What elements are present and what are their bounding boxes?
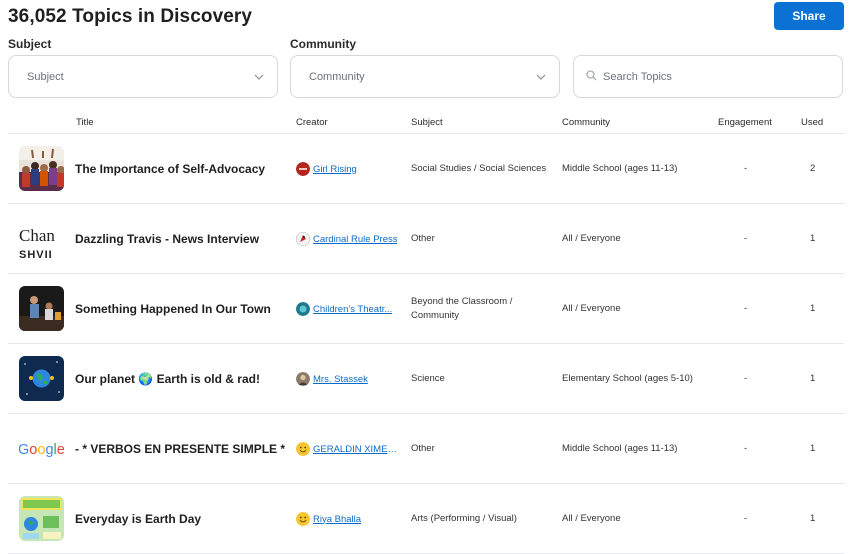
engagement-value: -: [744, 373, 748, 384]
svg-text:SHVII: SHVII: [19, 249, 53, 261]
topic-title[interactable]: - * VERBOS EN PRESENTE SIMPLE *: [75, 414, 285, 484]
column-header-subject[interactable]: Subject: [411, 117, 443, 128]
column-header-used[interactable]: Used: [801, 117, 823, 128]
used-count: 1: [810, 233, 816, 244]
news-text-thumbnail[interactable]: Chan SHVII: [19, 216, 64, 261]
used-count: 1: [810, 303, 816, 314]
used-count: 2: [810, 163, 816, 174]
subject-value: Beyond the Classroom / Community: [411, 296, 513, 321]
girl-rising-avatar: [296, 162, 310, 176]
subject-value: Other: [411, 443, 435, 454]
community-value: Middle School (ages 11-13): [562, 163, 678, 174]
cardinal-avatar: [296, 232, 310, 246]
table-row[interactable]: Everyday is Earth Day Riya Bhalla Arts (…: [8, 484, 844, 554]
search-icon: [586, 68, 597, 86]
topic-title[interactable]: Our planet 🌍 Earth is old & rad!: [75, 344, 260, 414]
table-row[interactable]: Our planet 🌍 Earth is old & rad! Mrs. St…: [8, 344, 844, 414]
chevron-down-icon: [535, 71, 547, 83]
community-value: Middle School (ages 11-13): [562, 443, 678, 454]
table-row[interactable]: Chan SHVII Dazzling Travis - News Interv…: [8, 204, 844, 274]
topic-title[interactable]: The Importance of Self-Advocacy: [75, 134, 265, 204]
search-input[interactable]: [603, 70, 823, 83]
google-logo-thumbnail[interactable]: Google: [19, 426, 64, 471]
column-header-creator[interactable]: Creator: [296, 117, 328, 128]
community-filter-label: Community: [290, 37, 356, 51]
creator-link[interactable]: GERALDIN XIMEN...: [313, 444, 399, 455]
used-count: 1: [810, 443, 816, 454]
community-select[interactable]: Community: [290, 55, 560, 98]
column-header-community[interactable]: Community: [562, 117, 610, 128]
subject-select-placeholder: Subject: [27, 70, 64, 83]
crowd-photo-thumbnail[interactable]: [19, 146, 64, 191]
subject-filter-label: Subject: [8, 37, 52, 51]
search-box[interactable]: [573, 55, 843, 98]
share-button[interactable]: Share: [774, 2, 844, 30]
community-select-placeholder: Community: [309, 70, 365, 83]
column-header-engagement[interactable]: Engagement: [718, 117, 772, 128]
earth-day-poster-thumbnail[interactable]: [19, 496, 64, 541]
engagement-value: -: [744, 443, 748, 454]
svg-text:Chan: Chan: [19, 226, 55, 245]
stage-photo-thumbnail[interactable]: [19, 286, 64, 331]
table-row[interactable]: Google - * VERBOS EN PRESENTE SIMPLE * G…: [8, 414, 844, 484]
community-value: Elementary School (ages 5-10): [562, 373, 693, 384]
engagement-value: -: [744, 303, 748, 314]
used-count: 1: [810, 373, 816, 384]
subject-select[interactable]: Subject: [8, 55, 278, 98]
chevron-down-icon: [253, 71, 265, 83]
creator-link[interactable]: Cardinal Rule Press: [313, 234, 397, 245]
used-count: 1: [810, 513, 816, 524]
engagement-value: -: [744, 233, 748, 244]
topic-title[interactable]: Dazzling Travis - News Interview: [75, 204, 259, 274]
community-value: All / Everyone: [562, 513, 621, 524]
subject-value: Science: [411, 373, 445, 384]
engagement-value: -: [744, 513, 748, 524]
table-row[interactable]: Something Happened In Our Town Children'…: [8, 274, 844, 344]
column-header-title[interactable]: Title: [76, 117, 94, 128]
earth-thumbnail[interactable]: [19, 356, 64, 401]
community-value: All / Everyone: [562, 303, 621, 314]
creator-link[interactable]: Mrs. Stassek: [313, 374, 368, 385]
smiley-avatar: [296, 442, 310, 456]
topic-title[interactable]: Everyday is Earth Day: [75, 484, 201, 554]
page-title: 36,052 Topics in Discovery: [8, 6, 253, 27]
topic-title[interactable]: Something Happened In Our Town: [75, 274, 271, 344]
creator-link[interactable]: Children's Theatr...: [313, 304, 392, 315]
svg-text:Google: Google: [19, 442, 64, 458]
creator-link[interactable]: Girl Rising: [313, 164, 357, 175]
table-header: Title Creator Subject Community Engageme…: [8, 114, 844, 134]
subject-value: Social Studies / Social Sciences: [411, 163, 547, 174]
engagement-value: -: [744, 163, 748, 174]
smiley-avatar: [296, 512, 310, 526]
user-photo-avatar: [296, 372, 310, 386]
subject-value: Arts (Performing / Visual): [411, 513, 517, 524]
subject-value: Other: [411, 233, 435, 244]
theatre-avatar: [296, 302, 310, 316]
community-value: All / Everyone: [562, 233, 621, 244]
table-row[interactable]: The Importance of Self-Advocacy Girl Ris…: [8, 134, 844, 204]
creator-link[interactable]: Riya Bhalla: [313, 514, 361, 525]
